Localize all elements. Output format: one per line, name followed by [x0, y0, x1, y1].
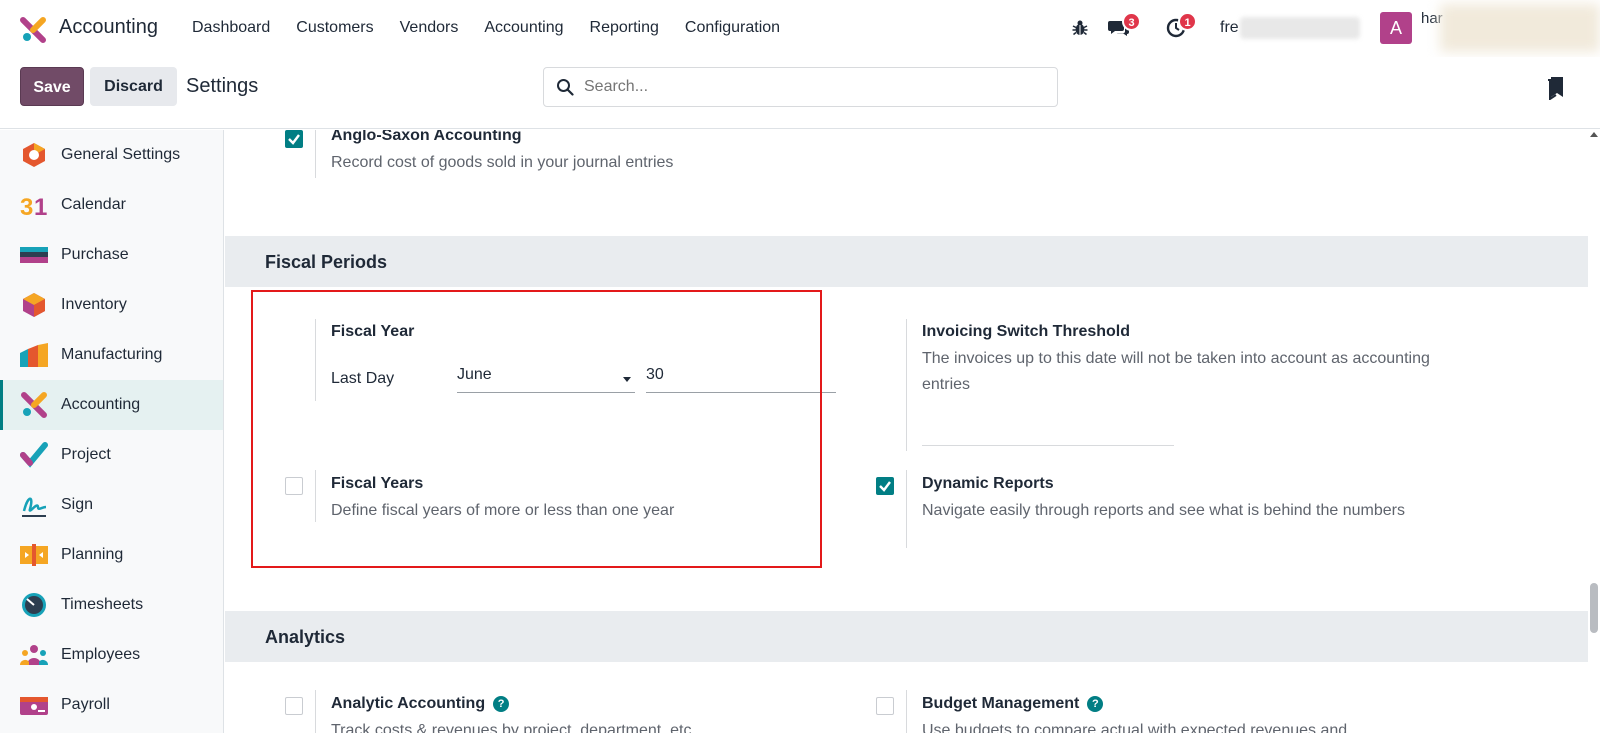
accounting-app-icon[interactable] — [20, 17, 46, 43]
sign-icon — [22, 497, 47, 517]
bookmark-icon[interactable] — [1547, 76, 1564, 100]
general-settings-icon — [23, 143, 45, 167]
menu-vendors[interactable]: Vendors — [400, 19, 459, 37]
help-icon[interactable]: ? — [1087, 696, 1104, 712]
analytic-accounting-label: Analytic Accounting — [331, 695, 486, 712]
checkmark-icon — [879, 481, 891, 492]
purchase-icon — [20, 247, 48, 263]
manufacturing-icon — [20, 343, 48, 367]
fiscal-settings-highlight-box — [251, 290, 822, 568]
sidebar-item-label: Employees — [61, 646, 141, 663]
company-name-redacted — [1240, 17, 1360, 39]
budget-management-label: Budget Management — [922, 695, 1080, 712]
scrollbar-thumb[interactable] — [1590, 583, 1598, 633]
accounting-icon — [21, 392, 47, 418]
menu-configuration[interactable]: Configuration — [685, 19, 780, 37]
sidebar-item-purchase[interactable]: Purchase — [0, 230, 223, 280]
threshold-date-input[interactable] — [922, 445, 1174, 446]
sidebar-item-label: Sign — [61, 496, 94, 513]
sidebar-item-label: Timesheets — [61, 596, 144, 613]
sidebar-item-accounting[interactable]: Accounting — [0, 380, 223, 430]
setting-divider — [906, 319, 907, 451]
sidebar-item-employees[interactable]: Employees — [0, 630, 223, 680]
svg-text:3: 3 — [20, 194, 33, 219]
sidebar-item-timesheets[interactable]: Timesheets — [0, 580, 223, 630]
company-switcher[interactable]: fre — [1220, 19, 1239, 37]
checkmark-icon — [288, 134, 300, 145]
sidebar-item-label: Payroll — [61, 696, 110, 713]
sidebar-item-label: Calendar — [61, 196, 126, 213]
budget-management-desc: Use budgets to compare actual with expec… — [922, 722, 1348, 733]
search-icon — [557, 79, 574, 96]
invoicing-threshold-desc: The invoices up to this date will not be… — [922, 350, 1430, 393]
setting-divider — [315, 690, 316, 733]
sidebar-item-label: Manufacturing — [61, 346, 163, 363]
section-title: Fiscal Periods — [265, 252, 388, 272]
timesheets-icon — [22, 593, 46, 617]
menu-customers[interactable]: Customers — [296, 19, 373, 37]
fiscal-periods-header: Fiscal Periods — [225, 236, 1590, 287]
dynamic-reports-title: Dynamic Reports — [922, 475, 1054, 492]
search-input[interactable] — [584, 78, 1044, 96]
section-title: Analytics — [265, 627, 346, 647]
settings-sidebar: General Settings 3 1 Calendar Purchase I… — [0, 130, 224, 733]
invoicing-threshold-title: Invoicing Switch Threshold — [922, 323, 1131, 340]
bug-icon[interactable] — [1071, 19, 1089, 37]
sidebar-item-planning[interactable]: Planning — [0, 530, 223, 580]
setting-divider — [315, 130, 316, 178]
control-panel: Save Discard Settings — [0, 57, 1600, 129]
project-icon — [20, 442, 48, 468]
sidebar-item-calendar[interactable]: 3 1 Calendar — [0, 180, 223, 230]
analytic-accounting-title: Analytic Accounting? — [331, 695, 510, 713]
help-icon[interactable]: ? — [493, 696, 510, 712]
dynamic-reports-desc: Navigate easily through reports and see … — [922, 502, 1405, 519]
discard-button[interactable]: Discard — [90, 67, 177, 106]
budget-management-title: Budget Management? — [922, 695, 1104, 713]
analytic-accounting-desc: Track costs & revenues by project, depar… — [331, 722, 692, 733]
sidebar-item-project[interactable]: Project — [0, 430, 223, 480]
top-navbar: Accounting Dashboard Customers Vendors A… — [0, 0, 1600, 57]
sidebar-item-label: General Settings — [61, 146, 181, 163]
user-avatar[interactable]: A — [1380, 12, 1412, 44]
sidebar-item-label: Inventory — [61, 296, 127, 313]
sidebar-item-label: Purchase — [61, 246, 129, 263]
inventory-icon — [23, 293, 45, 317]
anglo-saxon-checkbox[interactable] — [285, 130, 303, 148]
menu-reporting[interactable]: Reporting — [590, 19, 659, 37]
sidebar-item-label: Accounting — [61, 396, 141, 413]
page-title: Settings — [186, 75, 259, 97]
setting-divider — [906, 470, 907, 548]
sidebar-item-label: Planning — [61, 546, 124, 563]
scroll-up-arrow-icon[interactable] — [1590, 132, 1598, 137]
scrollbar[interactable] — [1588, 130, 1600, 733]
menu-accounting[interactable]: Accounting — [484, 19, 563, 37]
menu-dashboard[interactable]: Dashboard — [192, 19, 270, 37]
setting-divider — [906, 690, 907, 733]
user-info-redacted — [1440, 4, 1600, 52]
sidebar-item-label: Project — [61, 446, 111, 463]
sidebar-item-sign[interactable]: Sign — [0, 480, 223, 530]
sidebar-item-payroll[interactable]: Payroll — [0, 680, 223, 730]
calendar-icon: 3 1 — [20, 194, 47, 219]
planning-icon — [20, 544, 48, 566]
save-button[interactable]: Save — [20, 67, 84, 106]
messages-badge: 3 — [1122, 12, 1141, 31]
main-menu: Dashboard Customers Vendors Accounting R… — [192, 19, 806, 37]
anglo-saxon-desc: Record cost of goods sold in your journa… — [331, 154, 674, 171]
activities-badge: 1 — [1178, 12, 1197, 31]
sidebar-item-inventory[interactable]: Inventory — [0, 280, 223, 330]
payroll-icon — [20, 697, 48, 715]
search-box[interactable] — [543, 67, 1058, 107]
dynamic-reports-checkbox[interactable] — [876, 477, 894, 495]
analytics-header: Analytics — [225, 611, 1590, 662]
sidebar-item-manufacturing[interactable]: Manufacturing — [0, 330, 223, 380]
sidebar-item-general-settings[interactable]: General Settings — [0, 130, 223, 180]
svg-text:1: 1 — [34, 194, 47, 219]
app-name[interactable]: Accounting — [59, 16, 158, 39]
analytic-accounting-checkbox[interactable] — [285, 697, 303, 715]
employees-icon — [20, 645, 48, 665]
anglo-saxon-title: Anglo-Saxon Accounting — [331, 130, 522, 144]
budget-management-checkbox[interactable] — [876, 697, 894, 715]
